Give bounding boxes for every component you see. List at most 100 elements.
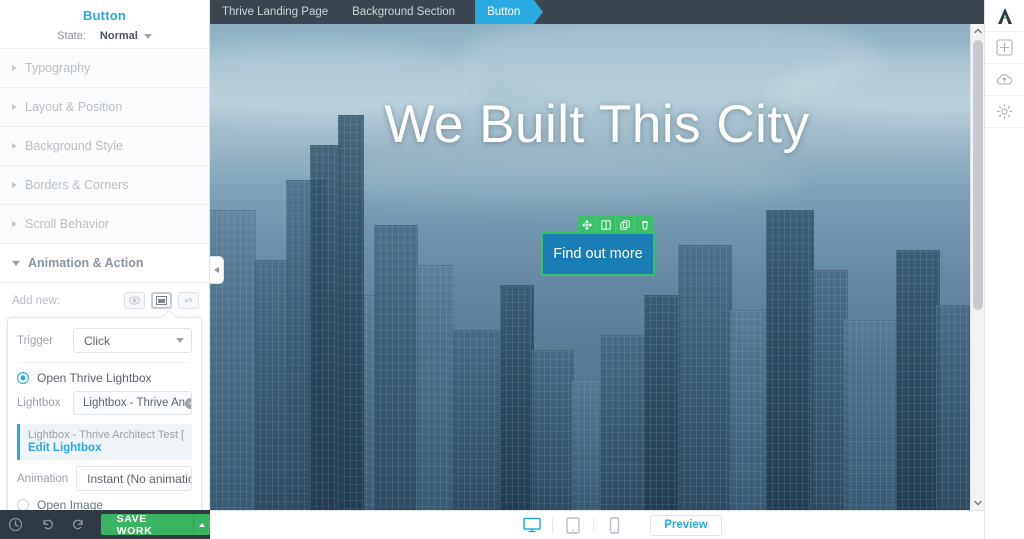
- duplicate-icon[interactable]: [616, 216, 635, 234]
- thrive-logo[interactable]: [985, 0, 1024, 32]
- animation-icon[interactable]: [124, 292, 145, 309]
- mobile-icon[interactable]: [594, 511, 634, 539]
- save-options-toggle[interactable]: [192, 514, 210, 535]
- breadcrumb-item-button[interactable]: Button: [475, 0, 544, 24]
- building: [452, 330, 502, 510]
- sidebar-section-borders-corners[interactable]: Borders & Corners: [0, 166, 209, 205]
- building: [600, 335, 646, 510]
- undo-icon[interactable]: [32, 510, 64, 539]
- building: [416, 265, 454, 510]
- animation-select[interactable]: Instant (No animatio: [76, 466, 192, 491]
- desktop-icon[interactable]: [512, 511, 552, 539]
- lightbox-info-title: Lightbox - Thrive Architect Test [Bla...: [28, 429, 185, 441]
- chevron-right-icon: [12, 143, 17, 149]
- chevron-right-icon: [12, 104, 17, 110]
- scrollbar-thumb[interactable]: [973, 40, 983, 310]
- lightbox-info-box: Lightbox - Thrive Architect Test [Bla...…: [17, 424, 192, 460]
- sidebar-section-typography[interactable]: Typography: [0, 49, 209, 88]
- redo-icon[interactable]: [63, 510, 95, 539]
- building: [532, 350, 574, 510]
- sidebar-section-layout-position[interactable]: Layout & Position: [0, 88, 209, 127]
- chevron-down-icon: [143, 33, 152, 39]
- chevron-left-icon: [214, 267, 219, 273]
- element-toolbar: [578, 216, 654, 234]
- building: [766, 210, 814, 510]
- section-label: Typography: [25, 61, 91, 75]
- columns-icon[interactable]: [597, 216, 616, 234]
- lightbox-value: Lightbox - Thrive An: [83, 397, 186, 409]
- building: [730, 310, 770, 510]
- option-open-thrive-lightbox[interactable]: Open Thrive Lightbox: [17, 371, 192, 385]
- cloud-decoration: [310, 154, 810, 209]
- building: [678, 245, 732, 510]
- save-work-button[interactable]: SAVE WORK: [100, 513, 211, 537]
- section-label: Borders & Corners: [25, 178, 129, 192]
- building: [896, 250, 940, 510]
- state-dropdown[interactable]: Normal: [100, 30, 152, 42]
- option-label: Open Thrive Lightbox: [37, 371, 152, 385]
- history-icon[interactable]: [0, 510, 32, 539]
- trigger-row: Trigger Click: [17, 328, 192, 353]
- right-toolbar: [984, 0, 1024, 539]
- building: [310, 145, 340, 510]
- scroll-down-arrow[interactable]: [971, 496, 984, 510]
- section-label: Background Style: [25, 139, 123, 153]
- lightbox-icon[interactable]: [151, 292, 172, 309]
- option-label: Open Image: [37, 498, 104, 510]
- add-new-label: Add new:: [12, 294, 60, 307]
- state-value: Normal: [99, 30, 138, 42]
- move-icon[interactable]: [578, 216, 597, 234]
- building: [338, 115, 364, 510]
- option-open-image[interactable]: Open Image: [17, 498, 192, 510]
- trigger-select[interactable]: Click: [73, 328, 192, 353]
- edit-lightbox-link[interactable]: Edit Lightbox: [28, 442, 185, 454]
- sidebar-header: Button State: Normal: [0, 0, 209, 48]
- lightbox-select[interactable]: Lightbox - Thrive An ×: [73, 391, 192, 415]
- sidebar-collapse-handle[interactable]: [210, 256, 224, 284]
- settings-accordion: Typography Layout & Position Background …: [0, 48, 209, 283]
- cloud-icon[interactable]: [985, 64, 1024, 96]
- breadcrumb-bar: Thrive Landing Page Background Section B…: [210, 0, 1024, 24]
- radio-icon: [17, 372, 29, 384]
- thrive-architect-editor: Button State: Normal Typography Layout &…: [0, 0, 1024, 539]
- cta-button[interactable]: Find out more: [541, 232, 655, 276]
- chevron-right-icon: [12, 182, 17, 188]
- add-new-icon-group: [124, 292, 199, 309]
- breadcrumb-item-landing-page[interactable]: Thrive Landing Page: [210, 0, 340, 24]
- canvas-scrollbar[interactable]: [970, 24, 984, 510]
- animation-row: Animation Instant (No animatio: [17, 466, 192, 491]
- hero-heading[interactable]: We Built This City: [210, 94, 984, 155]
- breadcrumb-item-background-section[interactable]: Background Section: [340, 0, 476, 24]
- trash-icon[interactable]: [635, 216, 654, 234]
- gear-icon[interactable]: [985, 96, 1024, 128]
- section-label: Scroll Behavior: [25, 217, 110, 231]
- sidebar-section-animation-action[interactable]: Animation & Action: [0, 244, 209, 283]
- action-settings-popover: Trigger Click Open Thrive Lightbox Light…: [7, 317, 202, 510]
- section-label: Layout & Position: [25, 100, 123, 114]
- tablet-icon[interactable]: [553, 511, 593, 539]
- link-icon[interactable]: [178, 292, 199, 309]
- sidebar-section-background-style[interactable]: Background Style: [0, 127, 209, 166]
- sidebar-section-scroll-behavior[interactable]: Scroll Behavior: [0, 205, 209, 244]
- scroll-up-arrow[interactable]: [971, 24, 984, 38]
- chevron-right-icon: [12, 221, 17, 227]
- page-title: Button: [82, 8, 127, 23]
- trigger-value: Click: [84, 333, 110, 348]
- chevron-up-icon: [198, 522, 205, 527]
- building: [500, 285, 534, 510]
- chevron-down-icon: [12, 260, 20, 266]
- add-new-row: Add new:: [0, 283, 209, 317]
- building: [254, 260, 288, 510]
- plus-icon[interactable]: [985, 32, 1024, 64]
- building: [374, 225, 418, 510]
- clear-icon[interactable]: ×: [185, 397, 191, 409]
- state-row: State: Normal: [0, 30, 209, 42]
- editor-canvas[interactable]: We Built This City Find out more: [210, 24, 984, 510]
- animation-value: Instant (No animatio: [87, 471, 192, 486]
- divider: [19, 362, 190, 363]
- chevron-right-icon: [12, 65, 17, 71]
- section-label: Animation & Action: [28, 256, 144, 270]
- building: [572, 380, 602, 510]
- preview-button[interactable]: Preview: [650, 514, 722, 536]
- building: [210, 210, 256, 510]
